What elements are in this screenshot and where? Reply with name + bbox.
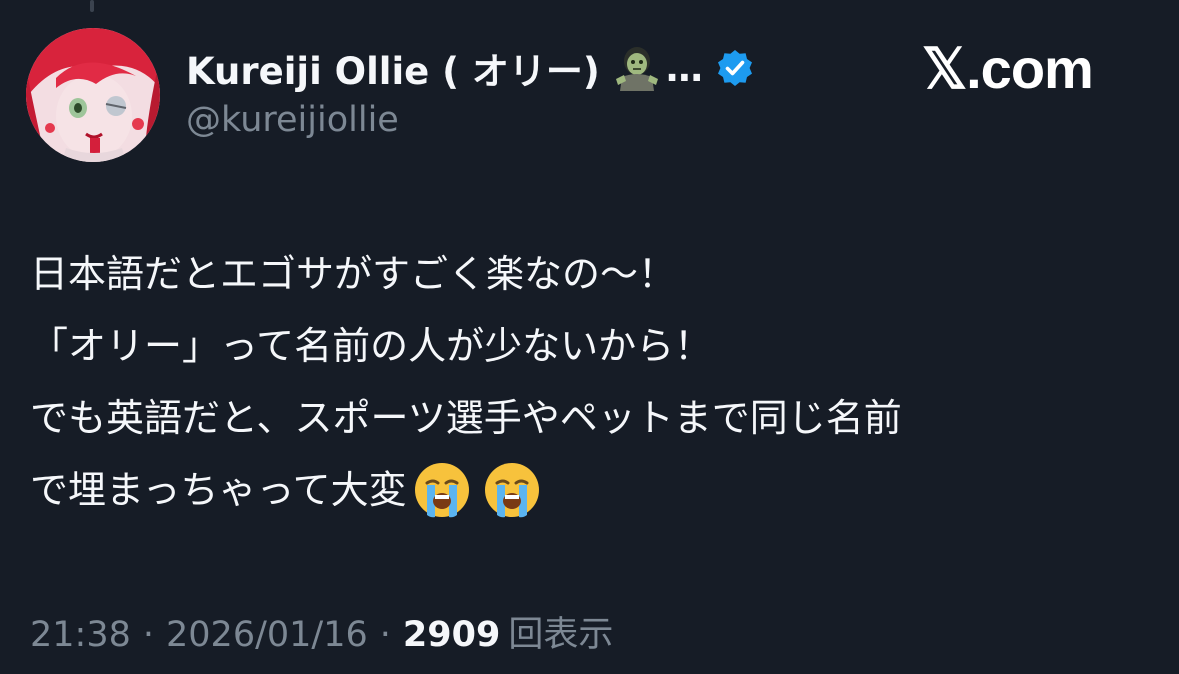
- zombie-icon: [614, 45, 660, 91]
- verified-badge-icon[interactable]: [715, 48, 755, 88]
- tweet-text: 日本語だとエゴサがすごく楽なの〜！ 「オリー」って名前の人が少ないから！ でも英…: [30, 238, 1160, 526]
- tweet-line: でも英語だと、スポーツ選手やペットまで同じ名前: [30, 382, 1160, 454]
- tweet-metadata: 21:38 · 2026/01/16 · 2909 回表示: [30, 606, 613, 657]
- tweet-line-text: でも英語だと、スポーツ選手やペットまで同じ名前: [30, 396, 902, 440]
- avatar[interactable]: [26, 28, 160, 162]
- name-ellipsis: …: [665, 46, 703, 90]
- thread-connector-line: [90, 0, 94, 12]
- name-row: Kureiji Ollie ( オリー) …: [186, 40, 755, 96]
- tweet-header: Kureiji Ollie ( オリー) … @kureijiollie: [186, 40, 755, 140]
- views-count[interactable]: 2909: [403, 615, 500, 655]
- tweet-time[interactable]: 21:38: [30, 615, 131, 655]
- tweet-line: 「オリー」って名前の人が少ないから！: [30, 310, 1160, 382]
- tweet-line-text: で埋まっちゃって大変: [30, 468, 407, 512]
- meta-separator: ·: [379, 615, 391, 655]
- x-brand-watermark: 𝕏.com: [922, 37, 1094, 100]
- meta-separator: ·: [142, 615, 155, 655]
- display-name[interactable]: Kureiji Ollie ( オリー): [186, 41, 600, 95]
- tweet-line-text: 日本語だとエゴサがすごく楽なの〜！: [30, 252, 677, 296]
- tweet-line: 日本語だとエゴサがすごく楽なの〜！: [30, 238, 1160, 310]
- tweet-line-text: 「オリー」って名前の人が少ないから！: [30, 324, 713, 368]
- avatar-image: [26, 28, 160, 162]
- loudly-crying-face-icon: [413, 461, 471, 519]
- views-label: 回表示: [508, 615, 614, 655]
- user-handle[interactable]: @kureijiollie: [186, 100, 755, 140]
- tweet-line: で埋まっちゃって大変: [30, 454, 1160, 526]
- tweet-date[interactable]: 2026/01/16: [166, 615, 368, 655]
- loudly-crying-face-icon: [483, 461, 541, 519]
